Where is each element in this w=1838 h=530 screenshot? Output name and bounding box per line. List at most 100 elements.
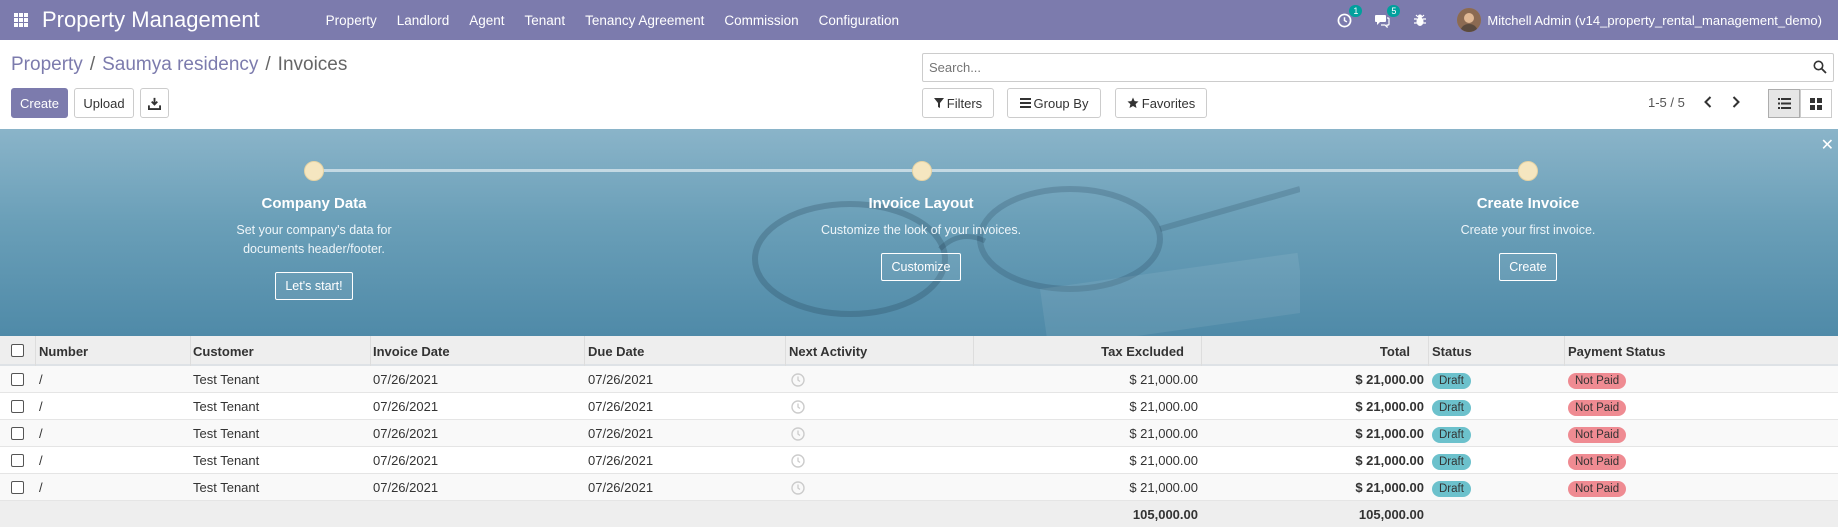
apps-menu-icon[interactable] <box>0 0 42 40</box>
customize-button[interactable]: Customize <box>881 253 961 281</box>
pager-range[interactable]: 1-5 / 5 <box>1648 95 1685 110</box>
group-by-button[interactable]: Group By <box>1007 88 1101 118</box>
column-header-invoice-date[interactable]: Invoice Date <box>373 344 450 359</box>
table-row[interactable]: / Test Tenant 07/26/2021 07/26/2021 $ 21… <box>0 447 1838 474</box>
cell-customer: Test Tenant <box>193 453 260 468</box>
filters-button[interactable]: Filters <box>922 88 994 118</box>
group-by-label: Group By <box>1033 95 1089 111</box>
row-checkbox[interactable] <box>11 480 24 494</box>
table-row[interactable]: / Test Tenant 07/26/2021 07/26/2021 $ 21… <box>0 393 1838 420</box>
cell-number: / <box>39 399 43 414</box>
payment-status-badge: Not Paid <box>1568 481 1627 497</box>
next-activity-clock-icon[interactable] <box>791 481 805 498</box>
column-header-next-activity[interactable]: Next Activity <box>789 344 867 359</box>
cell-customer: Test Tenant <box>193 399 260 414</box>
filters-label: Filters <box>946 95 983 111</box>
cell-payment-status: Not Paid <box>1568 453 1627 470</box>
favorites-button[interactable]: Favorites <box>1115 88 1207 118</box>
pager-next-button[interactable] <box>1728 93 1744 111</box>
cell-due-date: 07/26/2021 <box>588 426 654 441</box>
cell-invoice-date: 07/26/2021 <box>373 372 439 387</box>
row-checkbox[interactable] <box>11 372 24 386</box>
cell-invoice-date: 07/26/2021 <box>373 453 439 468</box>
payment-status-badge: Not Paid <box>1568 400 1627 416</box>
column-header-total[interactable]: Total <box>1201 344 1410 359</box>
total-tax-excluded: 105,000.00 <box>1132 507 1198 522</box>
upload-button[interactable]: Upload <box>74 88 134 118</box>
row-checkbox[interactable] <box>11 453 24 467</box>
row-checkbox[interactable] <box>11 426 24 440</box>
activity-count-badge: 1 <box>1349 5 1363 17</box>
kanban-view-button[interactable] <box>1800 89 1832 118</box>
search-icon[interactable] <box>1813 60 1827 74</box>
create-invoice-button[interactable]: Create <box>1499 253 1557 281</box>
download-button[interactable] <box>140 88 169 118</box>
table-row[interactable]: / Test Tenant 07/26/2021 07/26/2021 $ 21… <box>0 474 1838 501</box>
column-header-tax-excluded[interactable]: Tax Excluded <box>973 344 1184 359</box>
cell-status: Draft <box>1432 426 1471 443</box>
menu-item-tenancy-agreement[interactable]: Tenancy Agreement <box>575 13 714 28</box>
app-brand[interactable]: Property Management <box>42 7 260 33</box>
create-button[interactable]: Create <box>11 88 68 118</box>
payment-status-badge: Not Paid <box>1568 373 1627 389</box>
cell-customer: Test Tenant <box>193 480 260 495</box>
banner-close-icon[interactable]: ✕ <box>1821 135 1834 155</box>
menu-item-commission[interactable]: Commission <box>714 13 808 28</box>
step-invoice-layout: Invoice Layout Customize the look of you… <box>771 195 1071 281</box>
messages-count-badge: 5 <box>1387 5 1401 17</box>
breadcrumb-separator: / <box>265 54 271 75</box>
breadcrumb-property[interactable]: Property <box>11 54 83 75</box>
breadcrumb: Property / Saumya residency / Invoices <box>11 54 347 76</box>
next-activity-clock-icon[interactable] <box>791 373 805 390</box>
chevron-right-icon <box>1732 96 1740 108</box>
column-header-number[interactable]: Number <box>39 344 88 359</box>
user-menu-name[interactable]: Mitchell Admin (v14_property_rental_mana… <box>1487 13 1822 28</box>
search-box <box>922 53 1834 82</box>
cell-tax-excluded: $ 21,000.00 <box>1129 372 1198 387</box>
list-view-icon <box>1777 98 1791 109</box>
favorites-star-icon <box>1127 97 1139 108</box>
menu-item-tenant[interactable]: Tenant <box>515 13 576 28</box>
table-row[interactable]: / Test Tenant 07/26/2021 07/26/2021 $ 21… <box>0 420 1838 447</box>
select-all-checkbox[interactable] <box>11 343 24 357</box>
total-amount: 105,000.00 <box>1358 507 1424 522</box>
column-header-payment-status[interactable]: Payment Status <box>1568 344 1666 359</box>
cell-due-date: 07/26/2021 <box>588 372 654 387</box>
cell-total: $ 21,000.00 <box>1355 480 1424 495</box>
search-input[interactable] <box>923 54 1793 81</box>
table-row[interactable]: / Test Tenant 07/26/2021 07/26/2021 $ 21… <box>0 366 1838 393</box>
filter-funnel-icon <box>933 98 944 108</box>
status-badge: Draft <box>1432 481 1471 497</box>
step-create-invoice: Create Invoice Create your first invoice… <box>1378 195 1678 281</box>
lets-start-button[interactable]: Let's start! <box>275 272 353 300</box>
column-header-status[interactable]: Status <box>1432 344 1472 359</box>
step-title: Create Invoice <box>1476 195 1580 212</box>
step-description: Customize the look of your invoices. <box>820 223 1022 237</box>
next-activity-clock-icon[interactable] <box>791 427 805 444</box>
user-avatar[interactable] <box>1457 8 1482 32</box>
step-description: Set your company's data for documents he… <box>236 223 392 256</box>
menu-item-property[interactable]: Property <box>316 13 387 28</box>
cell-customer: Test Tenant <box>193 426 260 441</box>
menu-item-landlord[interactable]: Landlord <box>387 13 460 28</box>
cell-tax-excluded: $ 21,000.00 <box>1129 399 1198 414</box>
breadcrumb-saumya-residency[interactable]: Saumya residency <box>102 54 258 75</box>
pager-previous-button[interactable] <box>1700 93 1716 111</box>
next-activity-clock-icon[interactable] <box>791 454 805 471</box>
list-view-button[interactable] <box>1768 89 1800 118</box>
column-header-customer[interactable]: Customer <box>193 344 254 359</box>
menu-item-configuration[interactable]: Configuration <box>809 13 909 28</box>
cell-invoice-date: 07/26/2021 <box>373 480 439 495</box>
debug-bug-icon[interactable] <box>1410 10 1430 30</box>
menu-item-agent[interactable]: Agent <box>459 13 514 28</box>
status-badge: Draft <box>1432 427 1471 443</box>
cell-payment-status: Not Paid <box>1568 426 1627 443</box>
cell-total: $ 21,000.00 <box>1355 399 1424 414</box>
activity-clock-icon[interactable]: 1 <box>1334 5 1363 30</box>
messages-chat-icon[interactable]: 5 <box>1372 5 1401 30</box>
row-checkbox[interactable] <box>11 399 24 413</box>
cell-tax-excluded: $ 21,000.00 <box>1129 453 1198 468</box>
column-header-due-date[interactable]: Due Date <box>588 344 644 359</box>
next-activity-clock-icon[interactable] <box>791 400 805 417</box>
step-title: Company Data <box>261 195 367 212</box>
